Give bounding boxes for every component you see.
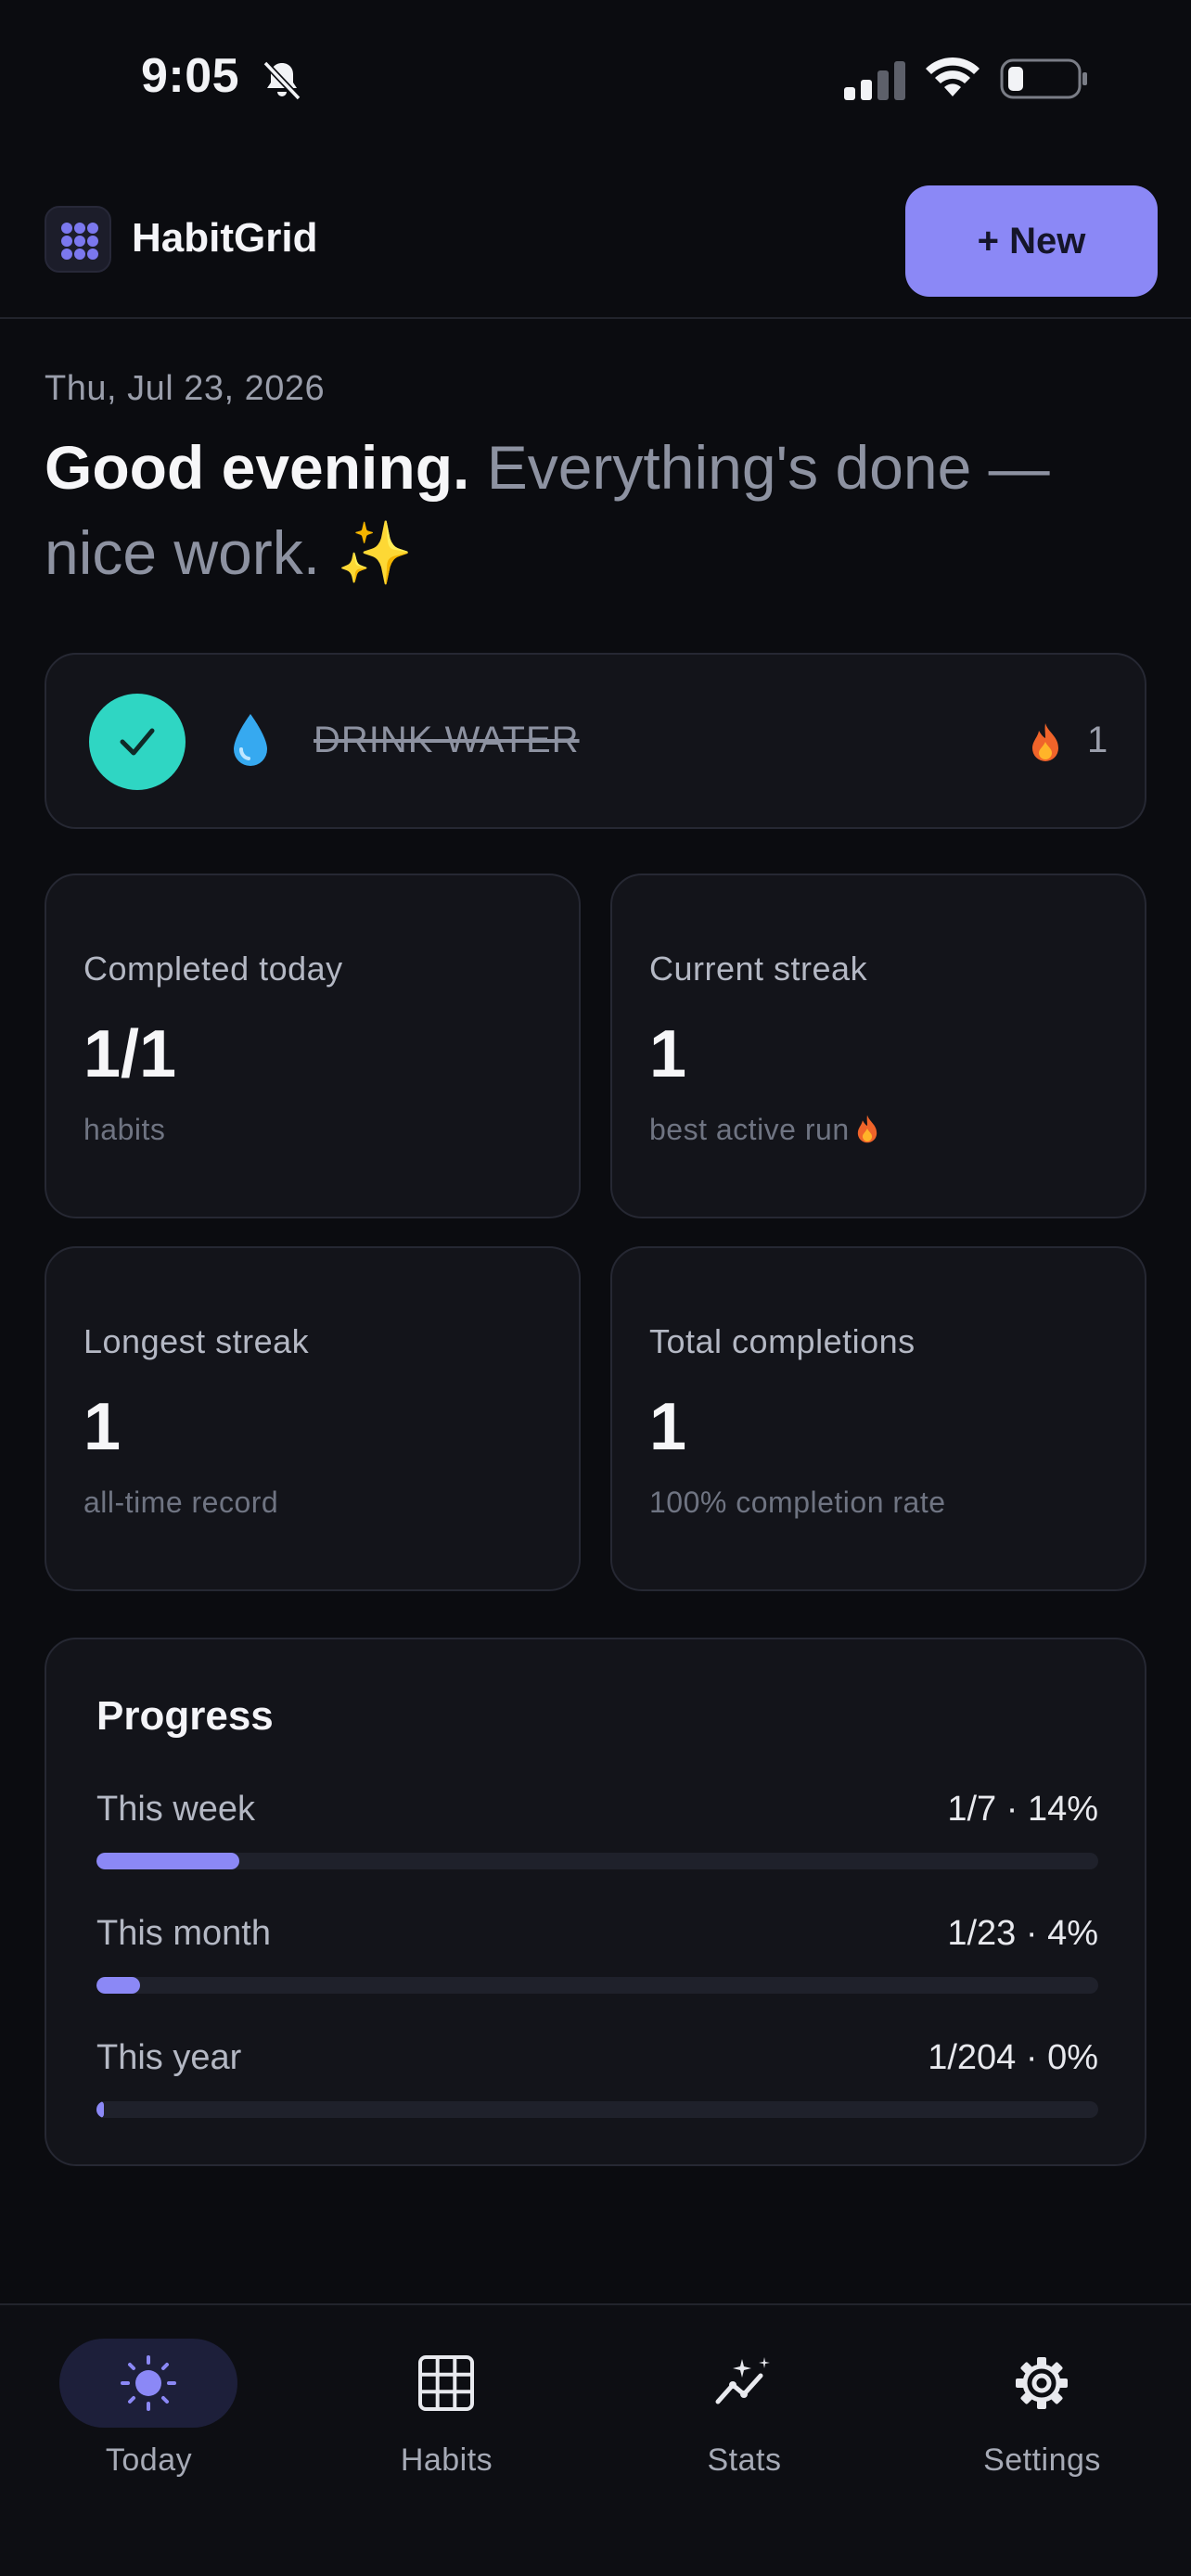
- stat-card-longest-streak: Longest streak 1 all-time record: [45, 1246, 581, 1591]
- tab-today[interactable]: Today: [0, 2322, 298, 2507]
- wifi-icon: [926, 57, 980, 96]
- stat-subtitle-wrap: best active run: [649, 1113, 879, 1147]
- stat-card-completed-today: Completed today 1/1 habits: [45, 874, 581, 1218]
- tab-label: Stats: [707, 2442, 782, 2478]
- progress-fill: [96, 2101, 104, 2118]
- progress-label: This month: [96, 1914, 271, 1953]
- tab-icon-pill: [357, 2339, 535, 2428]
- progress-fill: [96, 1853, 240, 1869]
- progress-row-week: This week 1/7 · 14%: [96, 1790, 1098, 1882]
- progress-value: 1/204 · 0%: [928, 2038, 1098, 2077]
- new-habit-button[interactable]: + New: [905, 185, 1158, 297]
- tab-habits[interactable]: Habits: [298, 2322, 596, 2507]
- bell-muted-icon: [263, 60, 301, 101]
- stat-label: Longest streak: [83, 1322, 310, 1360]
- sun-icon: [121, 2355, 176, 2411]
- tab-label: Settings: [983, 2442, 1101, 2478]
- progress-row-month: This month 1/23 · 4%: [96, 1914, 1098, 2007]
- stat-value: 1: [649, 1017, 687, 1091]
- stat-value: 1/1: [83, 1017, 177, 1091]
- progress-track: [96, 2101, 1098, 2118]
- stat-subtitle: habits: [83, 1113, 166, 1146]
- progress-track: [96, 1977, 1098, 1994]
- fire-icon: [1032, 723, 1058, 761]
- tab-stats[interactable]: Stats: [596, 2322, 893, 2507]
- progress-value: 1/7 · 14%: [947, 1790, 1098, 1829]
- tab-settings[interactable]: Settings: [893, 2322, 1191, 2507]
- habit-name: DRINK WATER: [314, 720, 580, 760]
- water-drop-icon: [234, 714, 267, 766]
- progress-label: This week: [96, 1790, 256, 1829]
- app-logo-icon: [45, 206, 111, 273]
- app-title: HabitGrid: [132, 215, 318, 261]
- progress-row-year: This year 1/204 · 0%: [96, 2038, 1098, 2131]
- progress-track: [96, 1853, 1098, 1869]
- tab-icon-pill: [953, 2339, 1131, 2428]
- stat-value: 1: [649, 1390, 687, 1464]
- tab-label: Today: [105, 2442, 193, 2478]
- sparkle-chart-icon: [715, 2357, 770, 2404]
- gear-icon: [1016, 2357, 1068, 2409]
- bottom-tab-bar: Today Habits Stats Settings: [0, 2303, 1191, 2576]
- today-screen: 9:05 HabitGrid + New Thu, Jul 23, 2026 G…: [0, 0, 1191, 2576]
- battery-icon: [1000, 58, 1087, 99]
- check-icon: [120, 728, 155, 756]
- app-header: HabitGrid + New: [0, 158, 1191, 319]
- fire-icon: [857, 1115, 877, 1143]
- stat-label: Completed today: [83, 950, 343, 988]
- progress-fill: [96, 1977, 140, 1994]
- stat-subtitle: best active run: [649, 1113, 850, 1146]
- tab-label: Habits: [400, 2442, 493, 2478]
- progress-card: Progress This week 1/7 · 14% This month …: [45, 1638, 1146, 2166]
- stat-subtitle: all-time record: [83, 1486, 279, 1519]
- stat-label: Current streak: [649, 950, 868, 988]
- status-bar: 9:05: [0, 0, 1191, 158]
- greeting-message: Good evening. Everything's done — nice w…: [45, 425, 1158, 595]
- progress-value: 1/23 · 4%: [947, 1914, 1098, 1953]
- progress-label: This year: [96, 2038, 242, 2077]
- stat-value: 1: [83, 1390, 122, 1464]
- stat-subtitle: 100% completion rate: [649, 1486, 946, 1519]
- stat-card-total-completions: Total completions 1 100% completion rate: [610, 1246, 1146, 1591]
- current-date: Thu, Jul 23, 2026: [45, 369, 326, 408]
- tab-icon-pill: [59, 2339, 237, 2428]
- stat-card-current-streak: Current streak 1 best active run: [610, 874, 1146, 1218]
- grid-icon: [418, 2355, 474, 2411]
- progress-title: Progress: [96, 1693, 274, 1739]
- tab-icon-pill: [655, 2339, 833, 2428]
- greeting-title: Good evening.: [45, 433, 470, 502]
- habit-complete-toggle[interactable]: [89, 694, 186, 790]
- status-time: 9:05: [141, 49, 240, 103]
- signal-icon: [844, 61, 905, 100]
- habit-row[interactable]: DRINK WATER 1: [45, 653, 1146, 829]
- stat-label: Total completions: [649, 1322, 916, 1360]
- habit-streak-count: 1: [1087, 720, 1108, 760]
